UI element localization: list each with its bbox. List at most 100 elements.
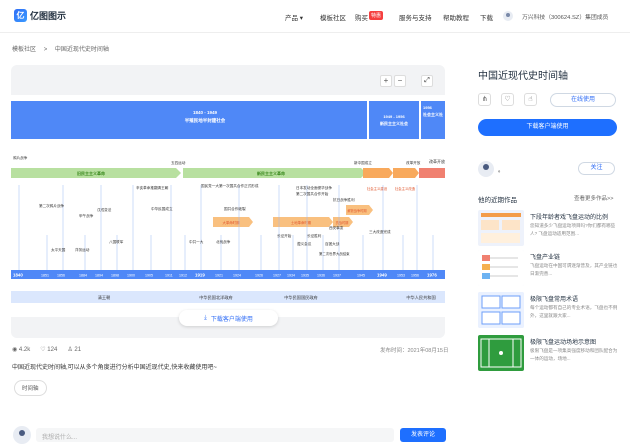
- breadcrumb-separator: >: [43, 47, 48, 53]
- download-icon: ⤓: [204, 314, 207, 321]
- year-label: 1856: [57, 274, 65, 278]
- nav-support[interactable]: 服务与支持: [399, 12, 432, 22]
- sale-badge: 特惠: [369, 11, 384, 20]
- timeline-diagram: 1840 - 1949 半殖民地半封建社会 1949 - 1956 新民主主义社…: [11, 95, 445, 317]
- likes-count[interactable]: ♡ 124: [40, 346, 57, 353]
- year-label: 1936: [317, 274, 325, 278]
- event-roc-founded: 中华民国成立: [151, 206, 173, 211]
- header-sub-1: 半殖民地半封建社会: [185, 117, 226, 124]
- year-label: 1945: [357, 274, 365, 278]
- year-label: 1926: [255, 274, 263, 278]
- year-label: 1905: [145, 274, 153, 278]
- logo-text: 亿图图示: [30, 11, 67, 21]
- year-label: 1949: [377, 273, 387, 278]
- logo[interactable]: 亿 亿图图示: [14, 9, 66, 22]
- header-sub-3: 社会主义社: [422, 111, 443, 117]
- author-avatar[interactable]: [478, 161, 494, 177]
- work-title: 下段年龄者戏飞盘运动的比例: [530, 215, 609, 221]
- header-title-1: 1840 - 1949: [193, 110, 218, 115]
- recent-works-title: 他的近期作品: [478, 197, 517, 204]
- year-label: 1898: [111, 274, 119, 278]
- nav-templates[interactable]: 模板社区: [320, 12, 346, 22]
- publish-date: 发布时间：2021年08月15日: [380, 348, 449, 354]
- header-title-2: 1949 - 1956: [383, 114, 405, 119]
- zoom-in-button[interactable]: +: [380, 75, 392, 87]
- event-kmt-split: 国共合作破裂: [224, 206, 246, 211]
- header-sub-2: 新民主主义社会: [380, 120, 408, 126]
- template-description: 中国近现代史时间轴,可以从多个角度进行分析中国近现代史,快来收藏使用吧~: [12, 365, 217, 371]
- favorite-icon[interactable]: ♡: [501, 93, 514, 106]
- download-client-button-canvas[interactable]: ⤓ 下载客户端使用: [179, 310, 278, 326]
- author-name[interactable]: 。: [498, 165, 504, 174]
- online-use-button[interactable]: 在线使用: [550, 93, 616, 107]
- arrow-label-1: 大革命时期: [223, 220, 241, 225]
- era-prc: 中华人民共和国: [406, 294, 435, 301]
- event-japan-invasion: 日本发动全面侵华战争: [296, 185, 332, 190]
- breadcrumb-current: 中国近现代史时间轴: [54, 47, 109, 53]
- action-icons: ⋔ ♡ ☝: [478, 93, 537, 106]
- arrow-label-3: 抗战时期: [336, 220, 349, 225]
- download-client-button[interactable]: 下载客户端使用: [478, 119, 617, 136]
- nav-products[interactable]: 产品 ▾: [285, 12, 303, 22]
- work-card[interactable]: 极限飞盘运动场地示意图 极限飞盘是一项集高强度移动和团队配合为一体的运动，场地.…: [478, 335, 618, 375]
- work-desc: 极限飞盘是一项集高强度移动和团队配合为一体的运动，场地...: [530, 348, 618, 361]
- year-label: 1924: [233, 274, 241, 278]
- nav-help[interactable]: 帮助教程: [443, 12, 469, 22]
- work-thumbnail: [478, 292, 524, 328]
- event-eight-nation: 八国联军: [109, 239, 124, 244]
- event-long-march-end: 长征胜利: [307, 233, 322, 238]
- year-label: 1894: [95, 274, 103, 278]
- follow-button[interactable]: 关注: [578, 162, 615, 175]
- work-card[interactable]: 极限飞盘常用术语 每个运动都有自己的专业术语，飞盘也不例外，这里就跟大家...: [478, 292, 618, 332]
- year-label: 1851: [41, 274, 49, 278]
- like-icon[interactable]: ☝: [524, 93, 537, 106]
- more-works-link[interactable]: 查看更多作品>>: [574, 194, 613, 202]
- diagram-preview[interactable]: 1840 - 1949 半殖民地半封建社会 1949 - 1956 新民主主义社…: [11, 65, 445, 338]
- logo-icon: 亿: [14, 9, 27, 22]
- comment-input[interactable]: 我想说什么...: [36, 428, 394, 442]
- phase-arrow-open: [419, 168, 445, 178]
- share-icon[interactable]: ⋔: [478, 93, 491, 106]
- work-thumbnail: [478, 210, 524, 246]
- event-may-fourth: 五四运动: [171, 160, 186, 165]
- event-sino-japanese-war: 甲午战争: [79, 213, 94, 218]
- event-zunyi: 遵义会议: [297, 241, 312, 246]
- event-opium-war: 鸦片战争: [13, 155, 28, 160]
- phase-label-construct: 社会主义建设: [367, 186, 388, 191]
- shares-count[interactable]: ♙ 21: [67, 346, 81, 353]
- nav-download[interactable]: 下载: [480, 12, 493, 22]
- year-label: 1935: [301, 274, 309, 278]
- phase-label-new: 新民主主义革命: [257, 170, 286, 176]
- company-icon: [503, 11, 513, 21]
- event-three-transformations: 三大改造完成: [369, 229, 391, 234]
- year-label: 1911: [165, 274, 173, 278]
- event-xian-incident: 西安事变: [329, 225, 344, 230]
- event-reform-opening: 改革开放: [406, 160, 421, 165]
- company-label: 万兴科技（300624.SZ）集团成员: [522, 15, 609, 21]
- tag-timeline[interactable]: 时间轴: [14, 380, 47, 396]
- phase-arrow-construct: [363, 168, 393, 178]
- event-kmt-first-congress: 国民党一大第一次国共合作正式形成: [201, 183, 259, 188]
- work-desc: 每个运动都有自己的专业术语，飞盘也不例外，这里就跟大家...: [530, 305, 618, 318]
- views-count: ◉ 4.2k: [12, 347, 31, 353]
- era-beiyang: 中华民国北洋政府: [199, 294, 233, 301]
- year-label: 1840: [13, 273, 23, 278]
- fullscreen-icon[interactable]: ⤢: [421, 75, 433, 87]
- year-label: 1934: [287, 274, 295, 278]
- breadcrumb-templates[interactable]: 模板社区: [12, 47, 36, 53]
- work-card[interactable]: 飞盘产业链 飞盘运动在中国可谓逐渐普及，其产业链也日渐完善...: [478, 250, 618, 290]
- event-second-cooperation: 第二次国共合作开始: [296, 191, 329, 196]
- phase-label-open: 改革开放: [429, 158, 445, 164]
- year-label: 1900: [127, 274, 135, 278]
- submit-comment-button[interactable]: 发表评论: [400, 428, 446, 442]
- work-card[interactable]: 下段年龄者戏飞盘运动的比例 您知道多少飞盘运动项目吗?你们都有哪些人? 飞盘运动…: [478, 210, 618, 250]
- work-title: 飞盘产业链: [530, 255, 561, 261]
- work-desc: 您知道多少飞盘运动项目吗?你们都有哪些人? 飞盘运动适用范围...: [530, 223, 616, 236]
- eye-icon: ◉: [12, 347, 19, 353]
- era-header-newdemocracy: [369, 101, 419, 139]
- year-label: 1919: [195, 273, 205, 278]
- event-prc-founded: 新中国成立: [354, 160, 372, 165]
- work-desc: 飞盘运动在中国可谓逐渐普及，其产业链也日渐完善...: [530, 263, 618, 276]
- year-label: 1884: [79, 274, 87, 278]
- zoom-out-button[interactable]: −: [394, 75, 406, 87]
